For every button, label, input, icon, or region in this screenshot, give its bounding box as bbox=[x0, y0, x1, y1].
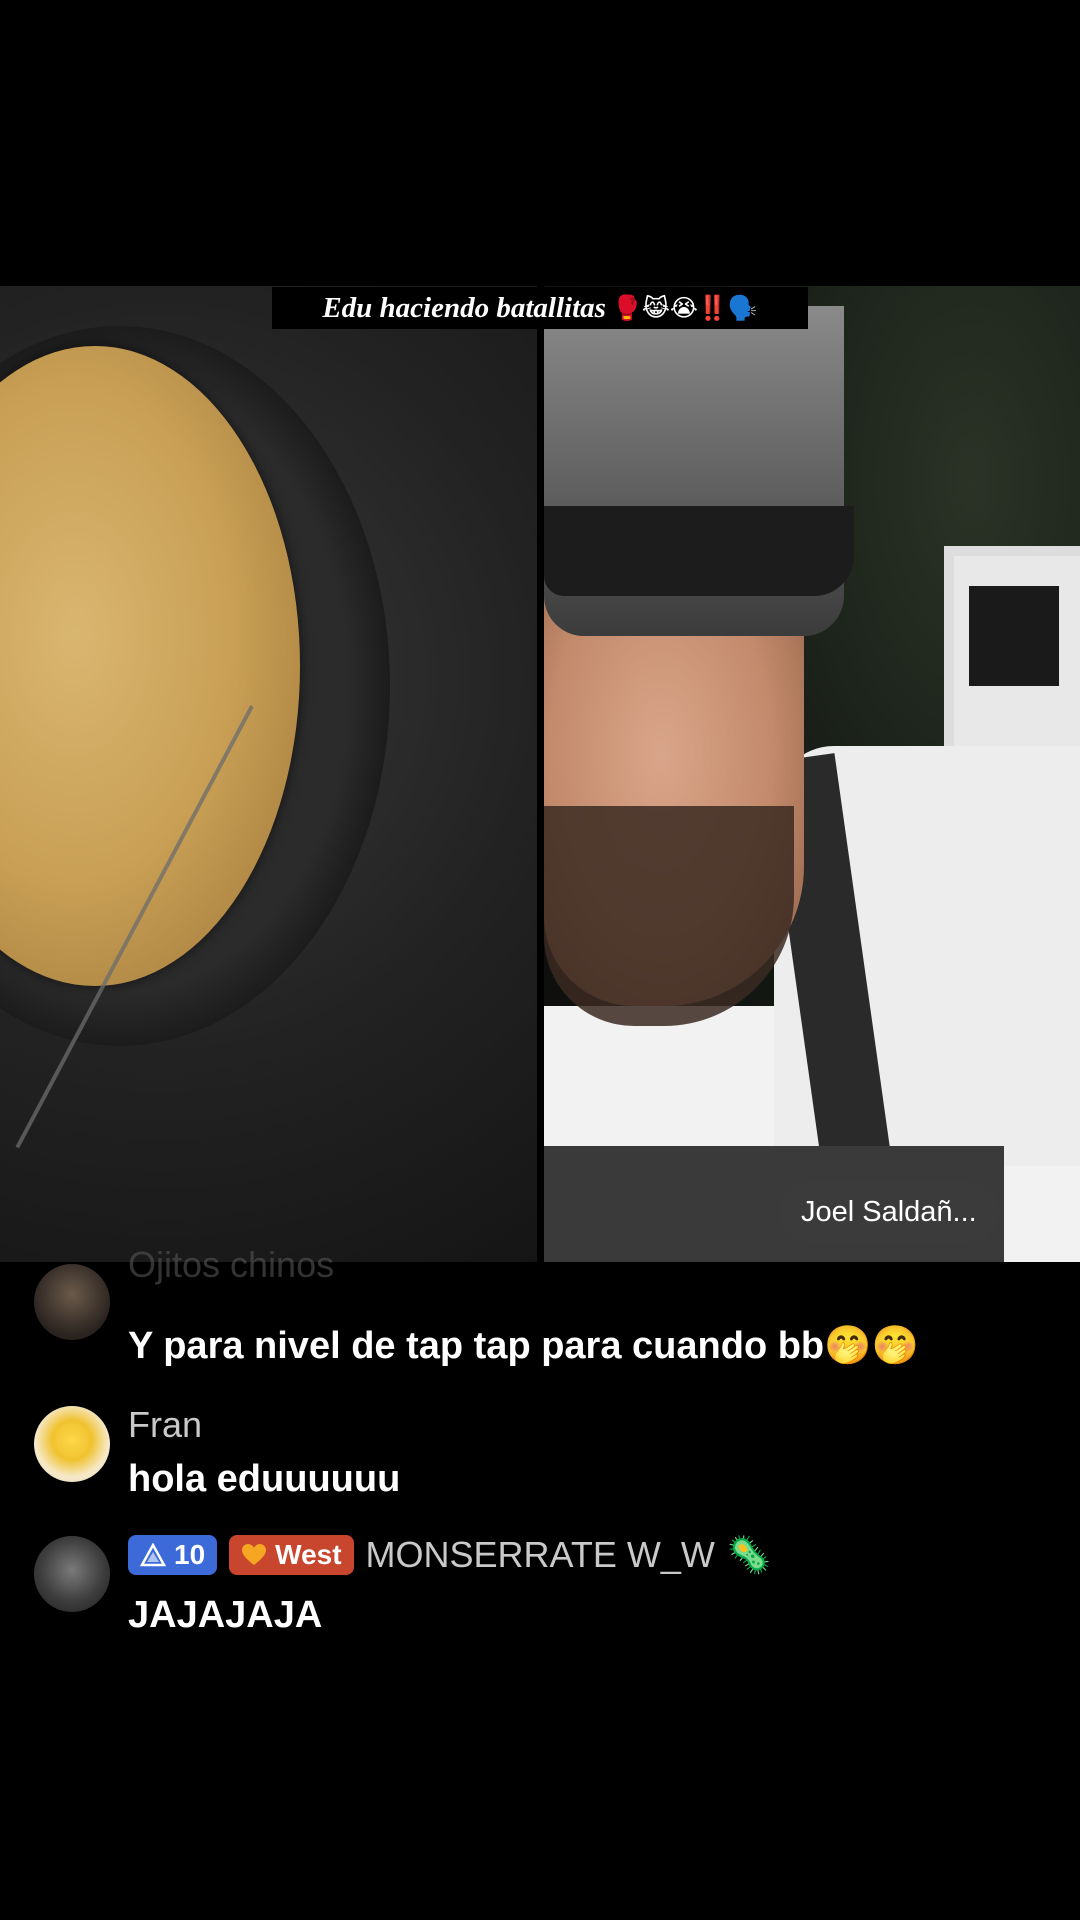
level-badge[interactable]: 10 bbox=[128, 1535, 218, 1575]
cap-band bbox=[544, 506, 854, 596]
chat-text: hola eduuuuuu bbox=[128, 1458, 401, 1500]
chat-username[interactable]: Fran bbox=[128, 1404, 202, 1446]
host-name: Joel Saldañ... bbox=[801, 1195, 977, 1228]
chat-user-row: 10 West MONSERRATE W_W 🦠 bbox=[128, 1534, 772, 1576]
split-divider bbox=[537, 286, 544, 1262]
live-video[interactable] bbox=[0, 286, 1080, 1262]
chat-username[interactable]: Ojitos chinos bbox=[128, 1244, 334, 1286]
heart-team-icon bbox=[242, 1544, 267, 1565]
virus-emoji: 🦠 bbox=[726, 1534, 772, 1575]
avatar[interactable] bbox=[34, 1264, 110, 1340]
team-badge[interactable]: West bbox=[229, 1535, 354, 1575]
chat-username-text[interactable]: MONSERRATE W_W bbox=[366, 1534, 715, 1576]
chat-text: JAJAJAJA bbox=[128, 1594, 323, 1636]
beard bbox=[544, 806, 794, 1026]
avatar[interactable] bbox=[34, 1536, 110, 1612]
left-stream-panel bbox=[0, 286, 537, 1262]
diamond-level-icon bbox=[140, 1543, 166, 1567]
host-name-pill[interactable]: Joel Saldañ... bbox=[779, 1182, 999, 1242]
chat-username-text: Fran bbox=[128, 1404, 203, 1445]
video-title-emojis: 🥊😹😭‼️🗣️ bbox=[611, 294, 758, 322]
video-title-banner: Edu haciendo batallitas 🥊😹😭‼️🗣️ bbox=[272, 287, 808, 329]
video-title: Edu haciendo batallitas bbox=[322, 291, 606, 324]
team-badge-label: West bbox=[275, 1539, 342, 1570]
chat-username-text: Ojitos chinos bbox=[128, 1244, 335, 1285]
avatar[interactable] bbox=[34, 1406, 110, 1482]
right-stream-panel bbox=[544, 286, 1080, 1262]
level-badge-label: 10 bbox=[174, 1539, 206, 1570]
chat-text: Y para nivel de tap tap para cuando bb🤭🤭 bbox=[128, 1325, 919, 1367]
background-door-window bbox=[969, 586, 1059, 686]
